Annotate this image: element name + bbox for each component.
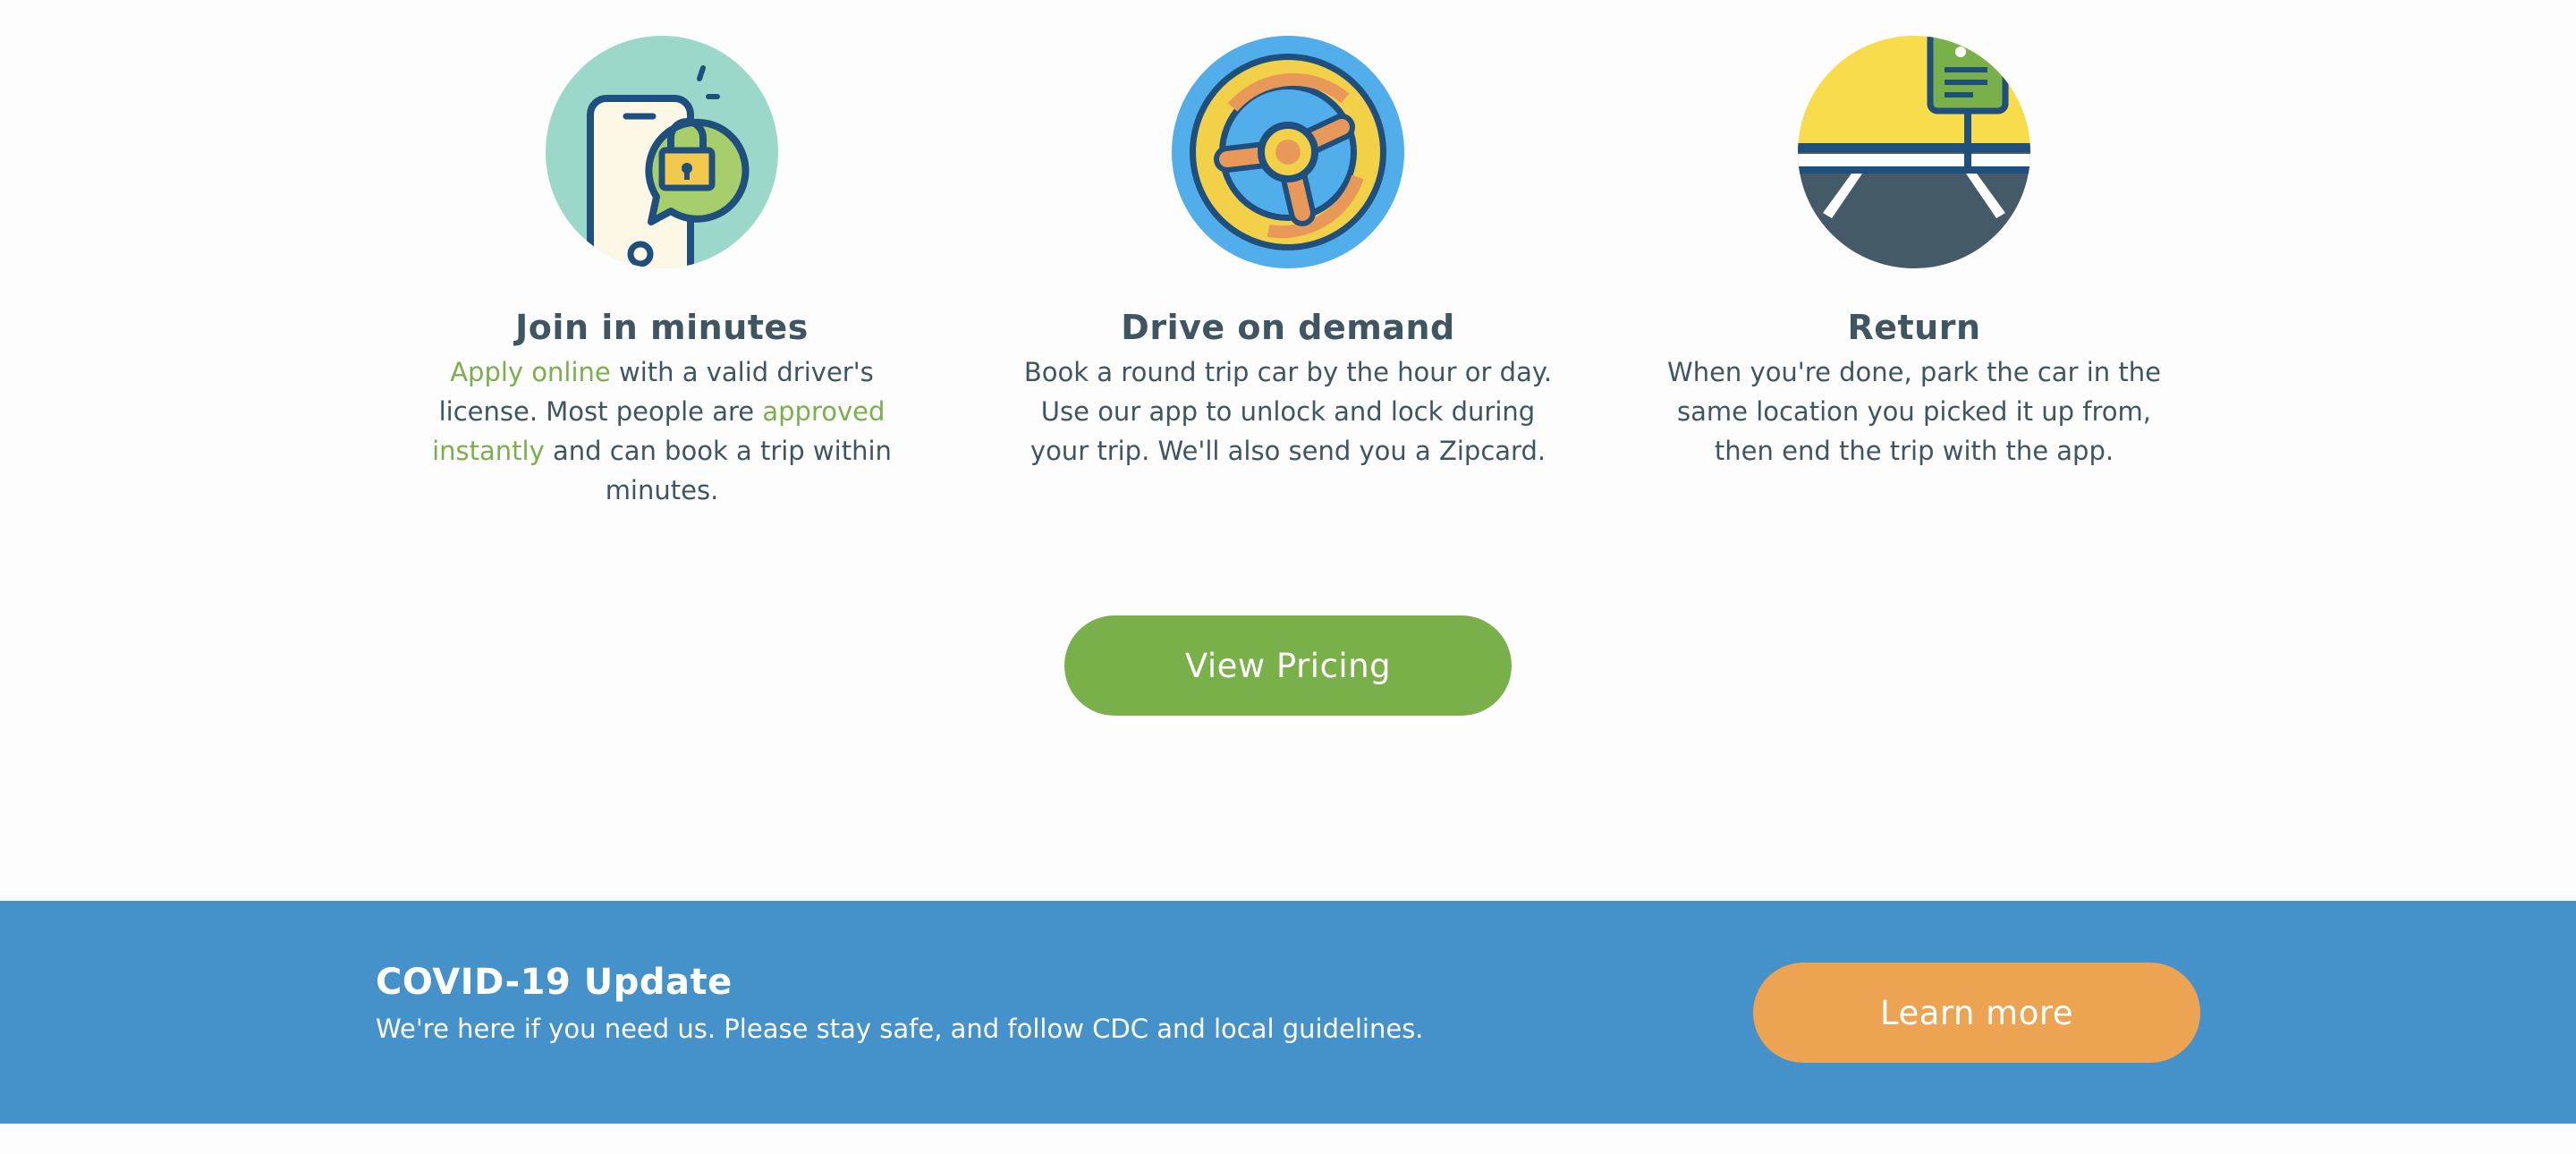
- step-title: Drive on demand: [1121, 308, 1455, 347]
- covid-title: COVID-19 Update: [376, 962, 733, 1003]
- phone-unlock-icon: [544, 34, 780, 270]
- steering-wheel-icon: [1170, 34, 1406, 270]
- apply-online-link[interactable]: Apply online: [450, 357, 611, 387]
- learn-more-button[interactable]: Learn more: [1753, 963, 2200, 1063]
- step-return: Return When you're done, park the car in…: [1646, 34, 2182, 471]
- step-description: When you're done, park the car in the sa…: [1667, 357, 2161, 466]
- step-drive: Drive on demand Book a round trip car by…: [1020, 34, 1556, 471]
- step-join: Join in minutes Apply online with a vali…: [394, 34, 930, 510]
- view-pricing-button[interactable]: View Pricing: [1064, 615, 1512, 716]
- how-it-works-section: Join in minutes Apply online with a vali…: [0, 0, 2576, 537]
- parking-sign-icon: [1796, 34, 2032, 270]
- covid-text: We're here if you need us. Please stay s…: [376, 1014, 1424, 1044]
- covid-banner: COVID-19 Update We're here if you need u…: [0, 901, 2576, 1124]
- step-description: Book a round trip car by the hour or day…: [1023, 357, 1553, 466]
- step-title: Join in minutes: [515, 308, 809, 347]
- step-description: Apply online with a valid driver's licen…: [429, 352, 894, 510]
- step-text: and can book a trip within minutes.: [544, 436, 892, 505]
- step-title: Return: [1847, 308, 1981, 347]
